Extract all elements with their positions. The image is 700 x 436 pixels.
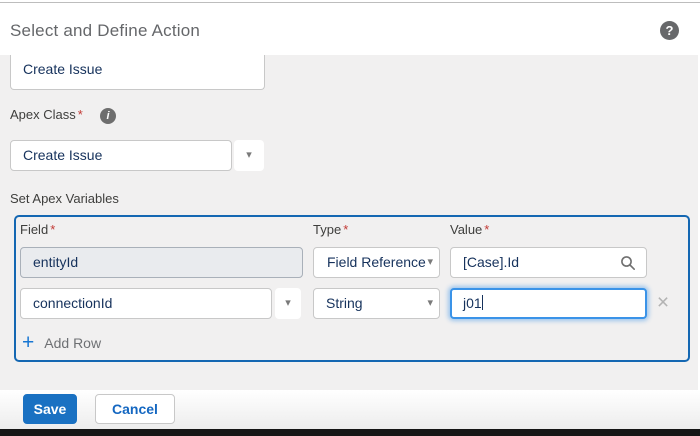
required-asterisk: * [484,222,490,237]
field-dropdown-button-row2[interactable]: ▾ [275,288,301,319]
value-input-row2[interactable]: j01 [450,288,647,319]
apex-class-input[interactable]: Create Issue [10,140,232,171]
form-panel: Create Issue Apex Class * i Create Issue … [0,55,698,390]
column-header-type: Type * [313,222,349,237]
value-input-row1[interactable]: [Case].Id [450,247,647,278]
page-title: Select and Define Action [10,21,201,40]
select-define-action-dialog: Select and Define Action ? Create Issue … [0,0,700,436]
plus-icon: + [22,331,35,354]
add-row-button[interactable]: + Add Row [22,331,102,354]
required-asterisk: * [77,107,83,122]
text-cursor [481,295,483,310]
field-input-entityid: entityId [20,247,303,278]
add-row-label: Add Row [44,335,102,351]
top-divider [0,2,700,3]
type-select-row2[interactable]: String ▾ [313,288,440,319]
apex-class-label: Apex Class * [10,107,83,122]
remove-row-icon[interactable]: × [651,291,675,315]
field-input-connectionid[interactable]: connectionId [20,288,272,319]
column-header-field: Field * [20,222,56,237]
footer-bar: Save Cancel [0,390,700,429]
chevron-down-icon: ▾ [246,149,252,161]
search-icon[interactable] [620,255,636,271]
chevron-down-icon: ▾ [427,248,433,277]
chevron-down-icon: ▾ [427,289,433,318]
help-icon[interactable]: ? [660,21,679,40]
type-select-row1[interactable]: Field Reference ▾ [313,247,440,278]
save-button[interactable]: Save [23,394,77,424]
action-search-input[interactable]: Create Issue [10,55,265,90]
required-asterisk: * [50,222,56,237]
required-asterisk: * [343,222,349,237]
bottom-window-edge [0,429,700,436]
info-icon[interactable]: i [100,108,116,124]
column-header-value: Value * [450,222,490,237]
cancel-button[interactable]: Cancel [95,394,175,424]
chevron-down-icon: ▾ [285,297,291,309]
apex-class-dropdown-button[interactable]: ▾ [234,140,264,171]
set-apex-variables-label: Set Apex Variables [10,191,119,206]
